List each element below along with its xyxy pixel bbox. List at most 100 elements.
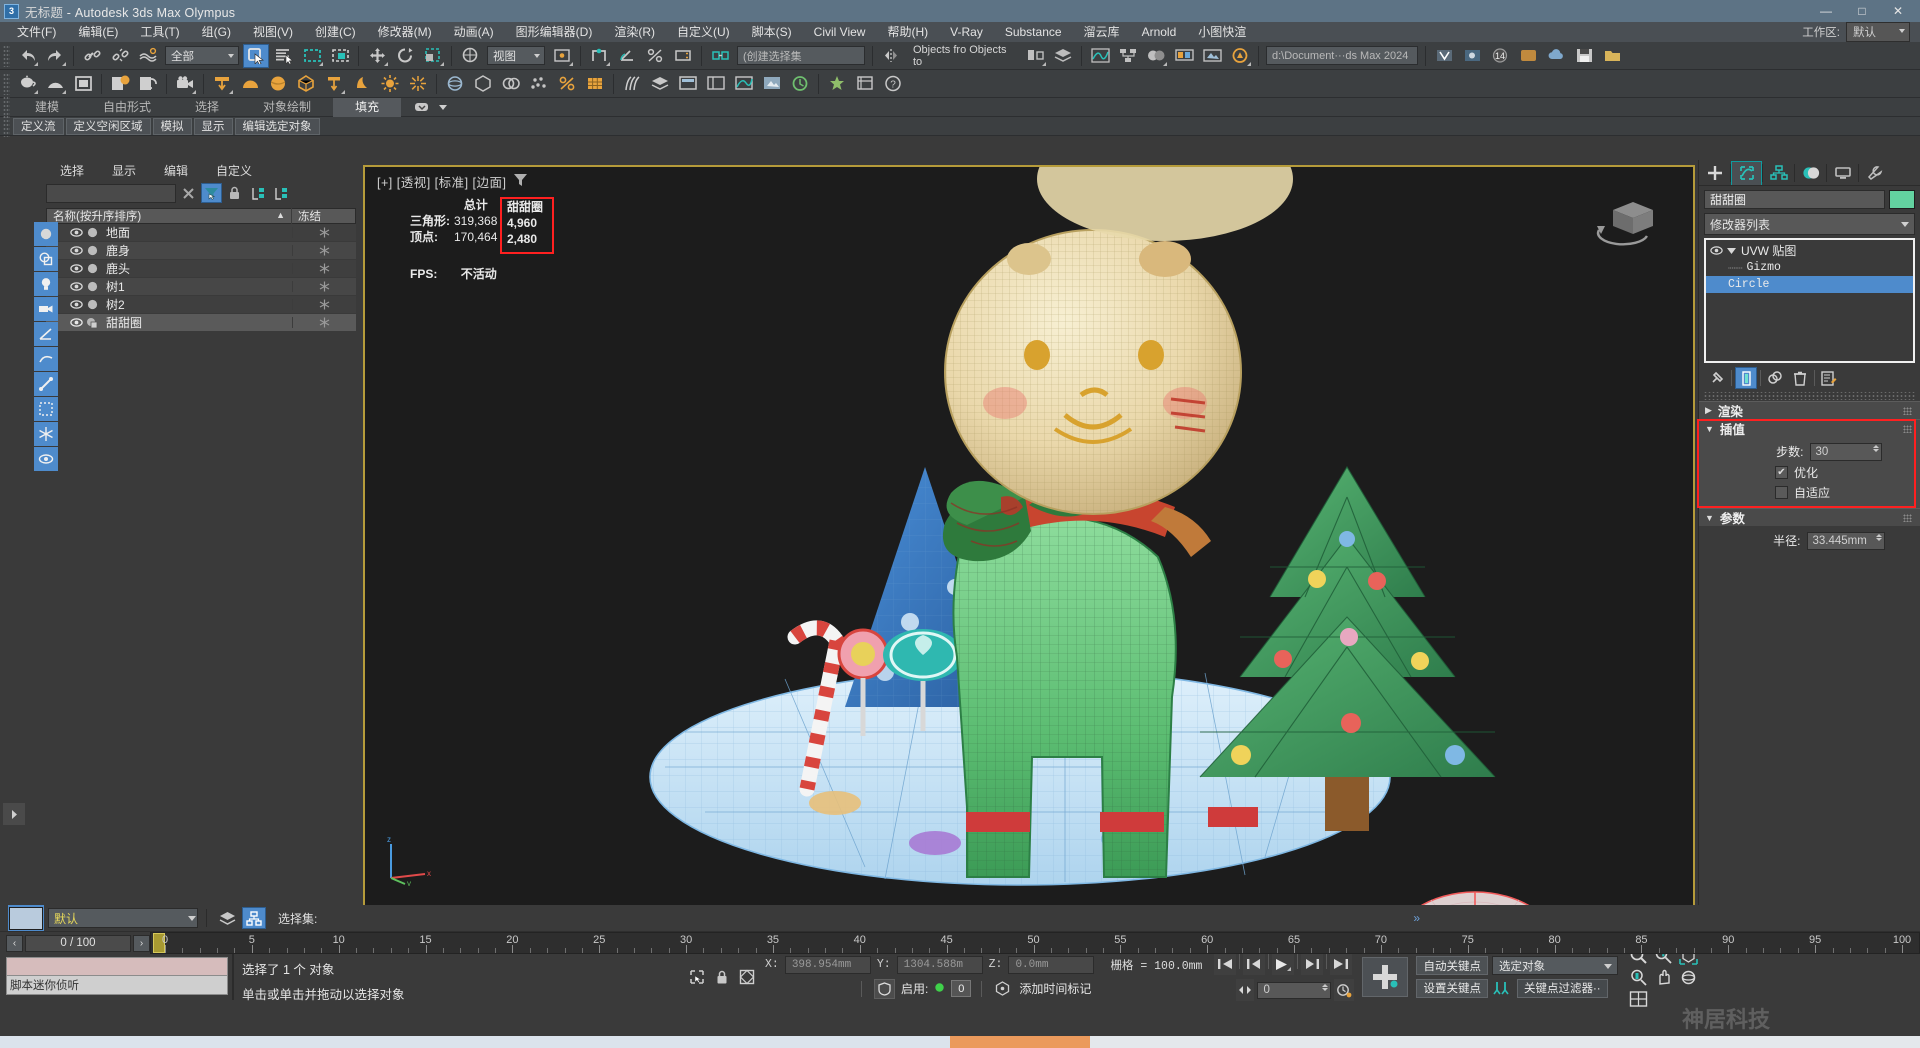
render-setup-icon[interactable] xyxy=(1171,44,1197,68)
menu-item-quickrender[interactable]: 小图快渲 xyxy=(1187,22,1257,42)
compound-object-icon[interactable] xyxy=(498,72,524,96)
pan-view-icon[interactable] xyxy=(1651,966,1919,1047)
menu-item-help[interactable]: 帮助(H) xyxy=(876,22,939,42)
object-color-dot[interactable] xyxy=(84,299,100,310)
mass-fx-icon[interactable] xyxy=(824,72,850,96)
named-selection-set-field[interactable]: (创建选择集 xyxy=(737,46,865,65)
close-button[interactable]: ✕ xyxy=(1880,0,1916,22)
visibility-eye-icon[interactable] xyxy=(68,246,84,255)
listener-input-area[interactable]: 脚本迷你侦听 xyxy=(6,976,228,995)
ribbon-panel-grip[interactable] xyxy=(3,115,10,137)
optimize-row[interactable]: ✔ 优化 xyxy=(1699,462,1920,482)
panel-grab-handle[interactable] xyxy=(1704,392,1915,400)
vray-ies-icon[interactable] xyxy=(293,72,319,96)
play-animation-icon[interactable] xyxy=(1272,953,1295,975)
rollout-interpolation-header[interactable]: ▼ 插值 xyxy=(1699,419,1920,437)
object-color-dot[interactable] xyxy=(84,245,100,256)
modifier-eye-icon[interactable] xyxy=(1710,244,1723,258)
table-row[interactable]: 甜甜圈 xyxy=(46,314,356,332)
ribbon-button-define-idle-area[interactable]: 定义空闲区域 xyxy=(65,117,151,135)
dome-light-icon[interactable] xyxy=(237,72,263,96)
explorer-menu-display[interactable]: 显示 xyxy=(98,162,150,179)
menu-item-animation[interactable]: 动画(A) xyxy=(443,22,505,42)
visibility-eye-icon[interactable] xyxy=(68,282,84,291)
project-path-field[interactable]: d:\Document···ds Max 2024 xyxy=(1266,46,1418,65)
unlink-selection-icon[interactable] xyxy=(107,44,133,68)
go-to-start-icon[interactable] xyxy=(1214,953,1237,975)
freeze-state-icon[interactable] xyxy=(292,281,356,292)
key-mode-toggle-icon[interactable] xyxy=(874,978,895,999)
hierarchy-tab-icon[interactable] xyxy=(1763,161,1794,185)
ribbon-button-simulate[interactable]: 模拟 xyxy=(152,117,192,135)
key-count-field[interactable]: 0 xyxy=(951,980,972,997)
auto-key-button[interactable]: 自动关键点 xyxy=(1416,956,1488,975)
menu-item-views[interactable]: 视图(V) xyxy=(242,22,304,42)
object-color-dot[interactable] xyxy=(84,317,100,329)
modifier-expand-chevron-icon[interactable] xyxy=(1727,244,1736,258)
lock-icon[interactable] xyxy=(224,183,245,203)
current-frame-spinner[interactable]: 0 xyxy=(1257,981,1332,999)
view-cube[interactable] xyxy=(1593,192,1663,248)
object-color-dot[interactable] xyxy=(84,227,100,238)
adaptive-checkbox[interactable] xyxy=(1775,485,1788,499)
clear-search-icon[interactable] xyxy=(178,183,199,203)
table-row[interactable]: 树1 xyxy=(46,278,356,296)
viewport-filter-icon[interactable] xyxy=(513,173,528,190)
menu-item-customize[interactable]: 自定义(U) xyxy=(666,22,741,42)
angle-snap-toggle-icon[interactable] xyxy=(614,44,640,68)
layer-chevron-down-icon[interactable] xyxy=(188,915,196,921)
hair-and-fur-icon[interactable] xyxy=(619,72,645,96)
visibility-eye-icon[interactable] xyxy=(68,318,84,327)
modifier-stack[interactable]: UVW 贴图 ┈┈ Gizmo Circle xyxy=(1704,238,1915,363)
listener-output-area[interactable] xyxy=(6,957,228,976)
sun-positioner-icon[interactable] xyxy=(377,72,403,96)
rectangular-selection-region-icon[interactable] xyxy=(299,44,325,68)
bind-to-space-warp-icon[interactable] xyxy=(135,44,161,68)
x-coordinate-field[interactable]: 398.954mm xyxy=(784,955,871,974)
manage-layers-icon[interactable] xyxy=(647,72,673,96)
object-color-dot[interactable] xyxy=(84,263,100,274)
undo-icon[interactable] xyxy=(14,44,40,68)
key-target-dropdown[interactable]: 选定对象 xyxy=(1491,956,1618,975)
add-time-tag-plus-icon[interactable] xyxy=(1362,957,1409,997)
orbit-view-icon[interactable] xyxy=(1676,966,1919,1047)
set-key-button[interactable]: 设置关键点 xyxy=(1416,978,1488,998)
schematic-view-icon[interactable] xyxy=(1115,44,1141,68)
filter-geometry-icon[interactable] xyxy=(34,222,58,246)
optimize-checkbox[interactable]: ✔ xyxy=(1775,465,1788,479)
window-crossing-toggle-icon[interactable] xyxy=(327,44,353,68)
render-count-badge[interactable]: 14 xyxy=(1487,44,1513,68)
use-pivot-point-center-icon[interactable] xyxy=(549,44,575,68)
menu-item-create[interactable]: 创建(C) xyxy=(304,22,367,42)
ribbon-tab-freeform[interactable]: 自由形式 xyxy=(81,98,173,117)
column-header-frozen[interactable]: 冻结 xyxy=(291,208,355,224)
menu-item-substance[interactable]: Substance xyxy=(994,22,1073,42)
ribbon-tab-selection[interactable]: 选择 xyxy=(173,98,241,117)
curve-editor-icon[interactable] xyxy=(1087,44,1113,68)
make-unique-icon[interactable] xyxy=(1764,367,1786,389)
mini-listener[interactable]: 脚本迷你侦听 xyxy=(0,954,232,1000)
maximize-button[interactable]: □ xyxy=(1844,0,1880,22)
viewport-label[interactable]: [+] [透视] [标准] [边面] xyxy=(377,172,507,191)
selection-lock-icon[interactable] xyxy=(711,967,732,987)
maximize-viewport-icon[interactable] xyxy=(1626,988,1651,1010)
object-name-input[interactable] xyxy=(1704,190,1885,209)
spinner-snap-toggle-icon[interactable] xyxy=(670,44,696,68)
material-editor-icon[interactable] xyxy=(1143,44,1169,68)
render-production-icon[interactable] xyxy=(1227,44,1253,68)
filter-hidden-icon[interactable] xyxy=(34,447,58,471)
layer-manager-icon[interactable] xyxy=(217,908,238,928)
current-frame-field[interactable]: 0 / 100 xyxy=(25,934,131,952)
cloud-library-icon[interactable] xyxy=(1543,44,1569,68)
workspace-dropdown[interactable]: 默认 xyxy=(1846,22,1910,42)
spinner-arrows-icon[interactable] xyxy=(1872,444,1879,452)
freeze-state-icon[interactable] xyxy=(292,317,356,328)
search-input[interactable] xyxy=(46,183,176,203)
table-row[interactable]: 鹿头 xyxy=(46,260,356,278)
visibility-eye-icon[interactable] xyxy=(68,228,84,237)
zoom-region-icon[interactable] xyxy=(1626,966,1919,1047)
render-preview-icon[interactable] xyxy=(759,72,785,96)
previous-frame-button[interactable]: ‹ xyxy=(6,934,23,952)
visibility-eye-icon[interactable] xyxy=(68,264,84,273)
freeze-state-icon[interactable] xyxy=(292,245,356,256)
